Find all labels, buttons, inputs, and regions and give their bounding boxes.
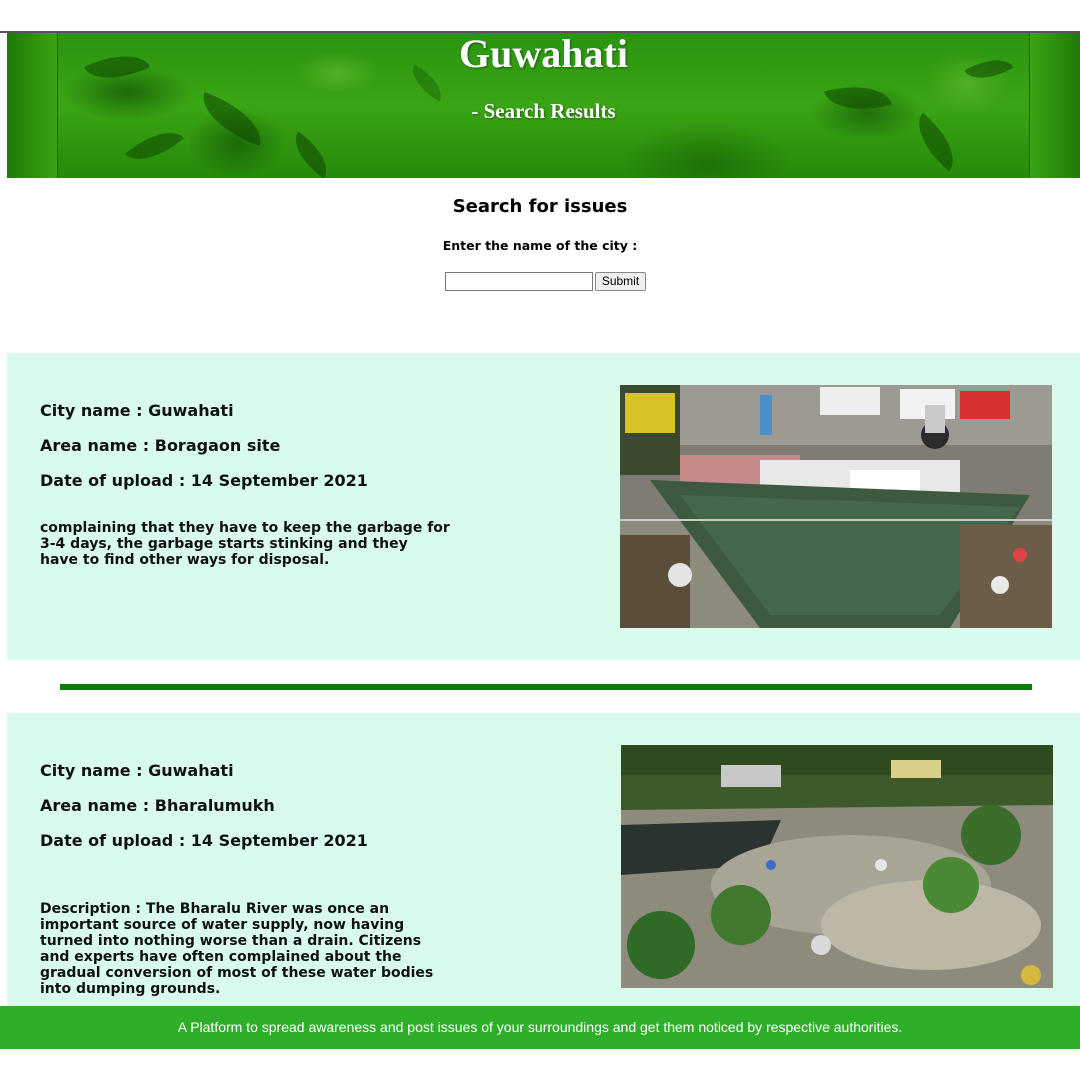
- leaf-decoration: [125, 118, 184, 174]
- page-subtitle: - Search Results: [471, 99, 616, 123]
- issue-description: Description : The Bharalu River was once…: [40, 901, 434, 997]
- city-name: City name : Guwahati: [40, 761, 234, 780]
- photo-image: [621, 745, 1053, 988]
- upload-date: Date of upload : 14 September 2021: [40, 471, 368, 490]
- footer-text: A Platform to spread awareness and post …: [177, 1019, 903, 1035]
- page-title: Guwahati: [459, 33, 628, 76]
- upload-date: Date of upload : 14 September 2021: [40, 831, 368, 850]
- search-heading: Search for issues: [452, 196, 628, 217]
- photo-image: [620, 385, 1052, 628]
- result-card: City name : Guwahati Area name : Boragao…: [7, 353, 1080, 660]
- city-search-input[interactable]: [445, 272, 593, 291]
- area-name: Area name : Bharalumukh: [40, 796, 275, 815]
- garbage-dumpster-photo: [620, 385, 1052, 628]
- area-name: Area name : Boragaon site: [40, 436, 281, 455]
- city-name: City name : Guwahati: [40, 401, 234, 420]
- section-divider: [60, 684, 1032, 690]
- header-banner: Guwahati - Search Results: [7, 33, 1080, 178]
- city-input-label: Enter the name of the city :: [442, 238, 638, 253]
- polluted-river-photo: [621, 745, 1053, 988]
- submit-button[interactable]: Submit: [595, 272, 646, 291]
- issue-description: complaining that they have to keep the g…: [40, 520, 450, 568]
- leaf-decoration: [284, 131, 338, 178]
- description-scroll-area[interactable]: complaining that they have to keep the g…: [40, 518, 450, 578]
- result-card: City name : Guwahati Area name : Bharalu…: [7, 713, 1080, 1006]
- footer: A Platform to spread awareness and post …: [0, 1006, 1080, 1049]
